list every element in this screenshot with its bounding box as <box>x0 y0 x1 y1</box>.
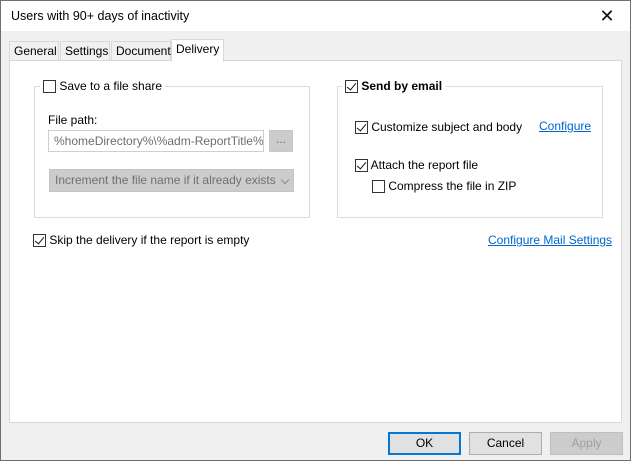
tab-general[interactable]: General <box>9 41 59 61</box>
compress-zip-label: Compress the file in ZIP <box>388 179 517 193</box>
delivery-tab-panel: Save to a file share File path: %homeDir… <box>9 60 622 423</box>
file-path-label: File path: <box>48 113 98 127</box>
tab-settings[interactable]: Settings <box>60 41 110 61</box>
skip-empty-row: Skip the delivery if the report is empty <box>33 232 249 248</box>
apply-button[interactable]: Apply <box>550 432 623 455</box>
customize-row: Customize subject and body <box>355 119 522 135</box>
ok-button[interactable]: OK <box>388 432 461 455</box>
email-group <box>337 86 603 218</box>
cancel-button[interactable]: Cancel <box>469 432 542 455</box>
compress-zip-checkbox[interactable] <box>372 180 385 194</box>
tab-delivery[interactable]: Delivery <box>171 39 224 62</box>
configure-link[interactable]: Configure <box>539 119 591 133</box>
window-title: Users with 90+ days of inactivity <box>11 9 190 23</box>
attach-row: Attach the report file <box>355 157 478 173</box>
attach-report-checkbox[interactable] <box>355 159 368 173</box>
file-share-group <box>34 86 310 218</box>
customize-subject-checkbox[interactable] <box>355 121 368 135</box>
dialog-window: Users with 90+ days of inactivity ✕ Gene… <box>0 0 631 461</box>
send-by-email-checkbox[interactable] <box>345 80 358 94</box>
skip-empty-label: Skip the delivery if the report is empty <box>49 233 250 247</box>
close-icon: ✕ <box>599 5 615 26</box>
attach-report-label: Attach the report file <box>370 158 479 172</box>
customize-subject-label: Customize subject and body <box>371 120 523 134</box>
browse-button[interactable]: ... <box>269 130 293 152</box>
compress-row: Compress the file in ZIP <box>372 178 516 194</box>
chevron-down-icon <box>280 175 290 185</box>
skip-empty-checkbox[interactable] <box>33 234 46 248</box>
save-to-file-share-label: Save to a file share <box>59 79 163 93</box>
save-to-file-share-checkbox[interactable] <box>43 80 56 94</box>
configure-mail-settings-link[interactable]: Configure Mail Settings <box>488 233 612 247</box>
file-naming-dropdown[interactable]: Increment the file name if it already ex… <box>49 169 294 192</box>
tab-document[interactable]: Document <box>111 41 171 61</box>
email-legend: Send by email <box>342 78 446 94</box>
file-share-legend: Save to a file share <box>40 78 166 94</box>
file-path-input[interactable]: %homeDirectory%\%adm-ReportTitle%.ht <box>48 130 264 152</box>
file-naming-selected: Increment the file name if it already ex… <box>55 173 276 187</box>
send-by-email-label: Send by email <box>361 79 443 93</box>
title-bar: Users with 90+ days of inactivity ✕ <box>1 1 630 31</box>
close-button[interactable]: ✕ <box>584 1 630 31</box>
